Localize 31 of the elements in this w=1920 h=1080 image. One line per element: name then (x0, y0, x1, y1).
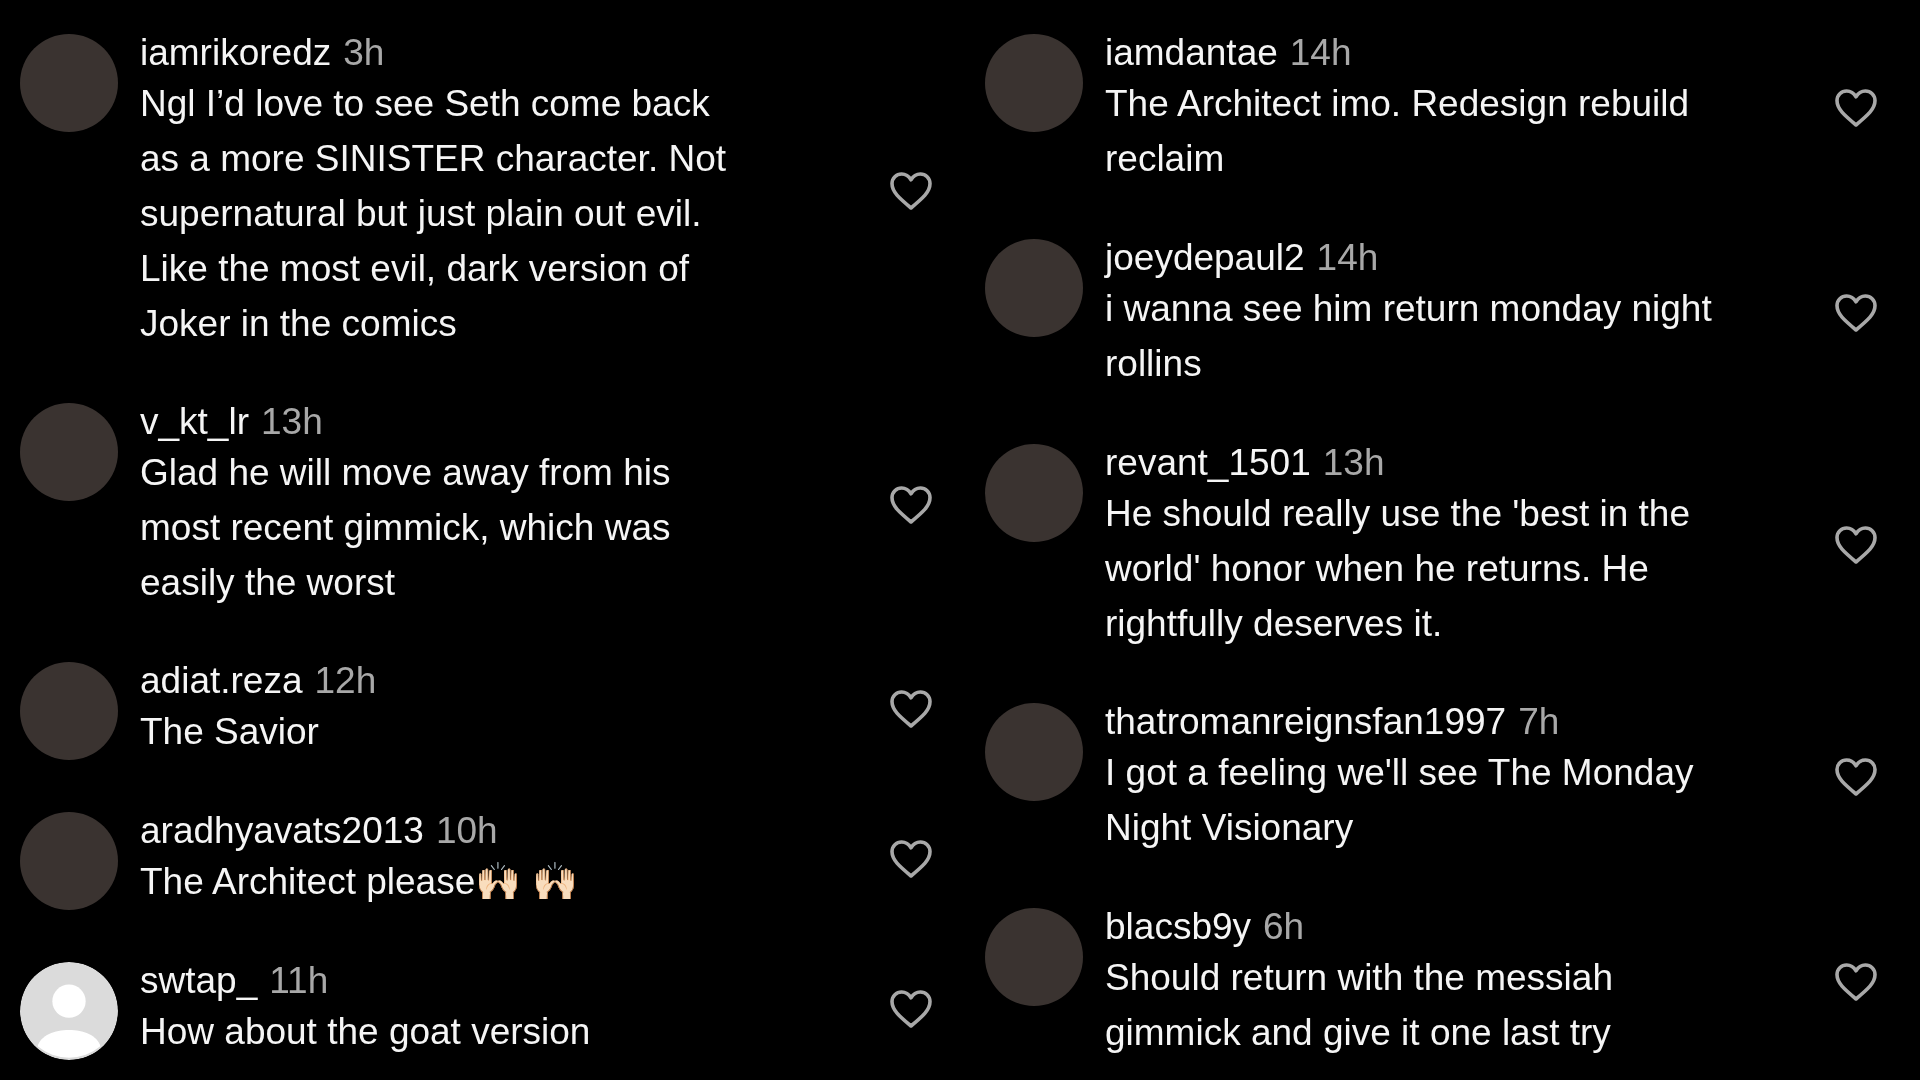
username[interactable]: blacsb9y (1105, 904, 1252, 950)
username[interactable]: iamdantae (1105, 30, 1278, 76)
comment-text: The Savior (140, 710, 320, 754)
comment-time: 6h (1263, 905, 1305, 949)
comment-time: 13h (1322, 440, 1385, 485)
comment-text: The Architect imo. Redesign rebuild reclaim (1105, 82, 1691, 181)
comment-text: Ngl I’d love to see Seth come back as a more SINISTER character. Not supernatural but just plain out evil. Like the most evil, dark version of Joker in the comics (140, 82, 728, 346)
comment-time: 3h (343, 31, 385, 75)
comment-text: He should really use the 'best in the world' honor when he returns. He rightfully deserves it. (1105, 491, 1692, 646)
username[interactable]: revant_1501 (1105, 439, 1311, 486)
comment-time: 7h (1518, 700, 1560, 745)
username[interactable]: joeydepaul2 (1105, 234, 1305, 281)
comment-text: Glad he will move away from his most recent gimmick, which was easily the worst (140, 451, 672, 605)
comment-time: 14h (1289, 31, 1352, 75)
username[interactable]: swtap_ (140, 958, 258, 1004)
comment-time: 10h (435, 809, 498, 853)
comment-text: i wanna see him return monday night rollins (1105, 286, 1713, 386)
comment-text: The Architect please🙌🏻 🙌🏻 (140, 860, 579, 904)
username[interactable]: adiat.reza (140, 658, 303, 704)
username[interactable]: iamrikoredz (140, 30, 332, 76)
username[interactable]: aradhyavats2013 (140, 808, 424, 854)
comment-text: How about the goat version (140, 1010, 592, 1054)
comment-time: 13h (261, 400, 323, 444)
comment-text: I got a feeling we'll see The Monday Night Visionary (1105, 751, 1695, 851)
comment-text: Should return with the messiah gimmick and give it one last try (1105, 956, 1614, 1055)
default-avatar-icon[interactable] (20, 962, 118, 1060)
comment-time: 12h (314, 659, 377, 703)
comment-time: 11h (269, 959, 329, 1003)
username[interactable]: v_kt_lr (140, 399, 249, 445)
username[interactable]: thatromanreignsfan1997 (1105, 699, 1507, 746)
comment-time: 14h (1316, 235, 1379, 280)
